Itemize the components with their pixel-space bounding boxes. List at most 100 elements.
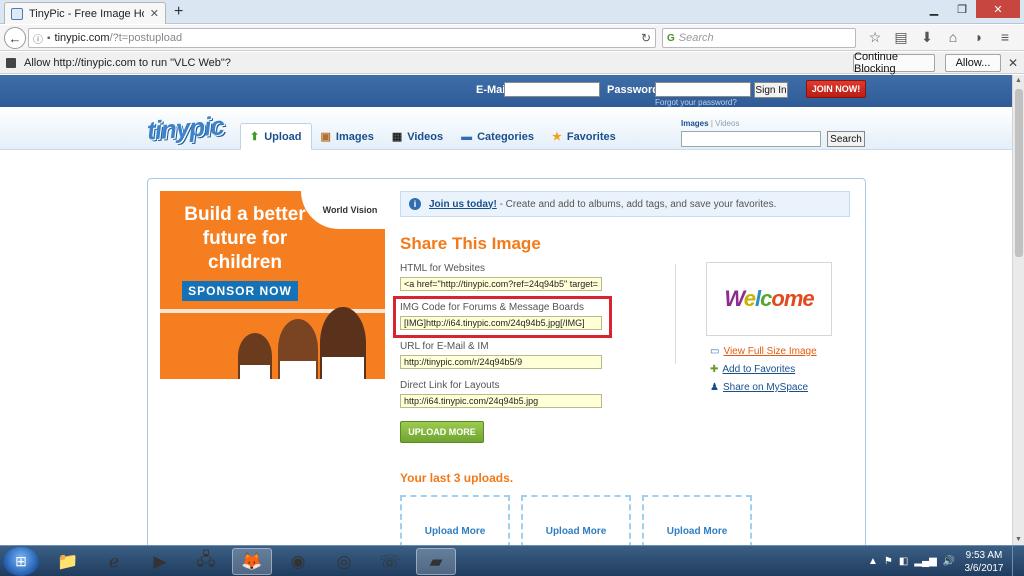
window-controls: ▁ ❐ ✕: [920, 0, 1020, 18]
scroll-up-icon[interactable]: ▲: [1015, 77, 1022, 84]
main-content: World Vision Build a better future for c…: [147, 178, 866, 545]
browser-tab[interactable]: TinyPic - Free Image Hosti... ✕: [4, 2, 166, 24]
title-bar: TinyPic - Free Image Hosti... ✕ + ▁ ❐ ✕: [0, 0, 1024, 24]
ad-child-shirt: [322, 357, 364, 379]
network-signal-icon[interactable]: ▂▄▆: [914, 556, 936, 567]
html-label: HTML for Websites: [400, 263, 486, 274]
html-code-field[interactable]: <a href="http://tinypic.com?ref=24q94b5"…: [400, 277, 602, 291]
tab-favorites[interactable]: ★ Favorites: [543, 123, 625, 150]
notes-taskbar-icon[interactable]: ▰: [416, 548, 456, 575]
reload-icon[interactable]: ↻: [641, 31, 651, 45]
pocket-icon[interactable]: ◗: [966, 29, 992, 46]
close-tab-icon[interactable]: ✕: [150, 7, 159, 20]
tab-label: Favorites: [566, 130, 616, 143]
search-videos-option[interactable]: Videos: [715, 119, 739, 128]
close-notification-icon[interactable]: ✕: [1008, 56, 1018, 70]
clock-date: 3/6/2017: [964, 563, 1004, 574]
upload-slot[interactable]: Upload More: [400, 495, 510, 545]
address-bar[interactable]: ⓘ ▪ tinypic.com/?t=postupload ↻: [28, 28, 656, 48]
show-desktop-button[interactable]: [1012, 546, 1024, 576]
film-icon: ▦: [391, 131, 403, 143]
site-search-input[interactable]: [681, 131, 821, 147]
sponsor-ad[interactable]: World Vision Build a better future for c…: [160, 191, 385, 379]
info-banner: i Join us today! - Create and add to alb…: [400, 191, 850, 217]
images-icon: ▣: [320, 131, 331, 143]
welcome-letter: ome: [771, 286, 814, 311]
internet-explorer-taskbar-icon[interactable]: ℯ: [94, 548, 134, 575]
email-field[interactable]: [504, 82, 600, 97]
tab-videos[interactable]: ▦ Videos: [383, 123, 452, 150]
tab-label: Videos: [407, 130, 444, 143]
upload-more-button[interactable]: UPLOAD MORE: [400, 421, 484, 443]
upload-slot[interactable]: Upload More: [642, 495, 752, 545]
search-type-separator: |: [710, 119, 713, 128]
search-engine-icon[interactable]: G: [667, 33, 675, 44]
firefox-taskbar-icon[interactable]: 🦊: [232, 548, 272, 575]
email-url-field[interactable]: http://tinypic.com/r/24q94b5/9: [400, 355, 602, 369]
download-icon[interactable]: ⬇: [914, 29, 940, 46]
search-images-option[interactable]: Images: [681, 119, 709, 128]
back-button[interactable]: ←: [4, 27, 26, 49]
close-window-icon[interactable]: ✕: [976, 0, 1020, 18]
page-viewport: E-Mail: Password: Sign In Forgot your pa…: [0, 75, 1012, 545]
tab-images[interactable]: ▣ Images: [312, 123, 383, 150]
password-field[interactable]: [655, 82, 751, 97]
tab-label: Images: [335, 130, 374, 143]
join-now-button[interactable]: JOIN NOW!: [806, 80, 866, 98]
home-icon[interactable]: ⌂: [940, 29, 966, 46]
allow-button[interactable]: Allow...: [945, 54, 1001, 72]
tray-app-icon[interactable]: ◧: [899, 556, 908, 567]
tray-expand-icon[interactable]: ▲: [868, 556, 878, 567]
view-full-size-link[interactable]: ▭ View Full Size Image: [710, 346, 817, 357]
upload-slot[interactable]: Upload More: [521, 495, 631, 545]
taskbar-clock[interactable]: 9:53 AM 3/6/2017: [960, 549, 1008, 575]
search-placeholder: Search: [678, 32, 714, 44]
share-title: Share This Image: [400, 234, 541, 253]
forgot-password-link[interactable]: Forgot your password?: [655, 98, 737, 107]
tab-categories[interactable]: ▬ Categories: [452, 123, 543, 150]
site-search-button[interactable]: Search: [827, 131, 865, 147]
minimize-icon[interactable]: ▁: [920, 0, 948, 18]
scroll-down-icon[interactable]: ▼: [1015, 536, 1022, 543]
welcome-letter: c: [760, 286, 772, 311]
start-button[interactable]: ⊞: [3, 547, 39, 576]
network-taskbar-icon[interactable]: 🖧: [186, 548, 226, 575]
tab-upload[interactable]: ⬆ Upload: [240, 123, 312, 150]
bookmark-star-icon[interactable]: ☆: [862, 29, 888, 46]
tinypic-logo[interactable]: tinypic: [146, 110, 225, 146]
maximize-icon[interactable]: ❐: [948, 0, 976, 18]
system-tray: ▲ ⚑ ◧ ▂▄▆ 🔊: [868, 546, 955, 576]
tray-alert-icon[interactable]: ⚑: [884, 556, 893, 567]
back-arrow-icon: ←: [8, 30, 22, 46]
join-us-link[interactable]: Join us today!: [429, 199, 497, 210]
app-taskbar-icon[interactable]: ◉: [278, 548, 318, 575]
plugin-icon[interactable]: ▪: [47, 33, 51, 44]
tab-label: Upload: [264, 130, 302, 143]
continue-blocking-button[interactable]: Continue Blocking: [853, 51, 935, 75]
new-tab-icon[interactable]: +: [174, 3, 183, 21]
side-link-label: View Full Size Image: [723, 346, 817, 357]
chrome-taskbar-icon[interactable]: ◎: [324, 548, 364, 575]
menu-icon[interactable]: ≡: [992, 29, 1018, 46]
page-scrollbar[interactable]: ▲ ▼: [1012, 75, 1024, 545]
volume-icon[interactable]: 🔊: [943, 556, 955, 567]
navigation-bar: ← ⓘ ▪ tinypic.com/?t=postupload ↻ G Sear…: [0, 25, 1024, 51]
welcome-letter: e: [743, 286, 756, 311]
browser-search[interactable]: G Search: [662, 28, 856, 48]
reading-list-icon[interactable]: ▤: [888, 29, 914, 46]
side-link-label: Add to Favorites: [722, 364, 796, 375]
add-to-favorites-link[interactable]: ✚ Add to Favorites: [710, 364, 795, 375]
ad-cta: SPONSOR NOW: [182, 281, 298, 301]
info-icon[interactable]: ⓘ: [33, 31, 43, 46]
sign-in-button[interactable]: Sign In: [754, 82, 788, 98]
image-thumbnail[interactable]: Welcome: [706, 262, 832, 336]
media-player-taskbar-icon[interactable]: ▶: [140, 548, 180, 575]
explorer-taskbar-icon[interactable]: 📁: [48, 548, 88, 575]
share-myspace-link[interactable]: ♟ Share on MySpace: [710, 382, 808, 393]
direct-link-field[interactable]: http://i64.tinypic.com/24q94b5.jpg: [400, 394, 602, 408]
site-nav: ⬆ Upload ▣ Images ▦ Videos ▬ Categories …: [240, 123, 625, 150]
url-text[interactable]: tinypic.com/?t=postupload: [55, 32, 637, 44]
scroll-thumb[interactable]: [1015, 89, 1023, 257]
viber-taskbar-icon[interactable]: ☏: [370, 548, 410, 575]
info-icon: i: [409, 198, 421, 210]
